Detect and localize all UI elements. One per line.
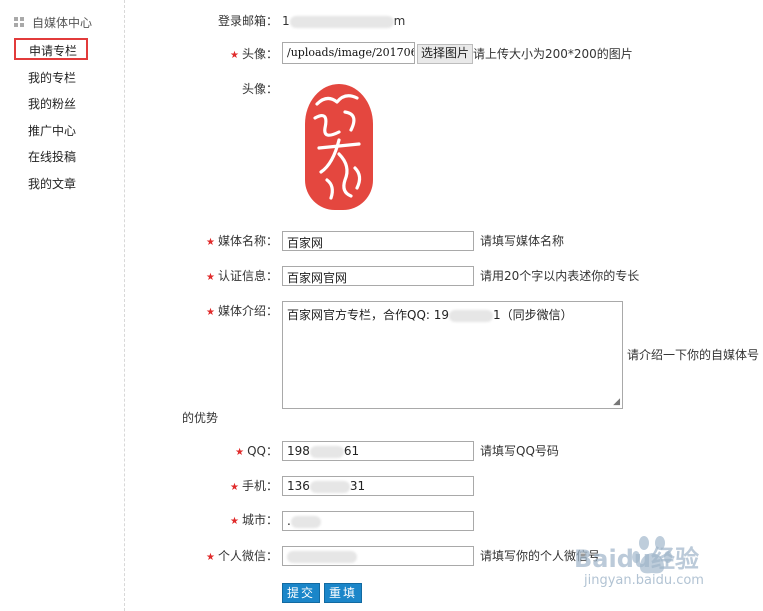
choose-image-button[interactable]: 选择图片: [417, 44, 474, 64]
media-name-hint: 请填写媒体名称: [480, 234, 565, 248]
email-value-end: m: [393, 14, 406, 28]
intro-hint-wrap: 的优势: [182, 411, 219, 425]
reset-button[interactable]: 重填: [324, 583, 363, 603]
redaction-blur: [289, 15, 394, 28]
email-label: 登录邮箱：: [217, 14, 278, 28]
sidebar-item-my-column[interactable]: 我的专栏: [28, 69, 76, 87]
qq-hint: 请填写QQ号码: [480, 444, 559, 458]
qq-value-end: 61: [343, 444, 360, 458]
required-star-icon: ★: [206, 307, 215, 318]
grid-icon: [14, 17, 24, 27]
intro-hint: 请介绍一下你的自媒体号: [627, 348, 760, 362]
avatar-image: [305, 84, 373, 210]
certification-hint: 请用20个字以内表述你的专长: [480, 269, 640, 283]
required-star-icon: ★: [206, 272, 215, 283]
resize-handle-icon[interactable]: ◢: [613, 397, 620, 407]
required-star-icon: ★: [206, 237, 215, 248]
avatar-preview-label: 头像：: [241, 82, 278, 96]
avatar-path-input[interactable]: /uploads/image/201706: [282, 42, 415, 64]
sidebar-item-submit-online[interactable]: 在线投稿: [28, 148, 76, 166]
wechat-input[interactable]: [282, 546, 474, 566]
watermark-brand: Baidu经验: [574, 545, 699, 573]
redaction-blur: [287, 550, 357, 563]
certification-label: ★ 认证信息：: [206, 269, 278, 283]
avatar-upload-hint: 请上传大小为200*200的图片: [473, 47, 633, 61]
sidebar-item-my-articles[interactable]: 我的文章: [28, 175, 76, 193]
city-label: ★ 城市：: [230, 513, 278, 527]
sidebar: 自媒体中心 申请专栏 我的专栏 我的粉丝 推广中心 在线投稿 我的文章: [0, 0, 125, 611]
qq-label: ★ QQ：: [235, 444, 278, 458]
sidebar-item-my-fans[interactable]: 我的粉丝: [28, 95, 76, 113]
submit-button[interactable]: 提交: [282, 583, 321, 603]
required-star-icon: ★: [235, 447, 245, 458]
media-name-label: ★ 媒体名称：: [206, 234, 278, 248]
phone-label: ★ 手机：: [230, 479, 278, 493]
required-star-icon: ★: [230, 516, 239, 527]
redaction-blur: [309, 480, 350, 493]
required-star-icon: ★: [230, 50, 239, 61]
avatar-upload-label: ★ 头像：: [230, 47, 278, 61]
required-star-icon: ★: [206, 552, 215, 563]
wechat-label: ★ 个人微信：: [206, 549, 278, 563]
watermark-url: jingyan.baidu.com: [584, 573, 704, 588]
baidu-jingyan-watermark: Baidu经验 jingyan.baidu.com: [574, 525, 754, 605]
redaction-blur: [309, 445, 344, 458]
certification-input[interactable]: 百家网官网: [282, 266, 474, 286]
media-name-input[interactable]: 百家网: [282, 231, 474, 251]
required-star-icon: ★: [230, 482, 239, 493]
phone-value-start: 136: [287, 479, 310, 493]
intro-label: ★ 媒体介绍：: [206, 304, 278, 318]
email-value-start: 1: [282, 14, 290, 28]
redaction-blur: [449, 309, 494, 322]
city-input[interactable]: .: [282, 511, 474, 531]
phone-value-end: 31: [349, 479, 366, 493]
qq-input[interactable]: 198 61: [282, 441, 474, 461]
intro-value: 百家网官方专栏，合作QQ: 19: [287, 308, 450, 322]
phone-input[interactable]: 136 31: [282, 476, 474, 496]
qq-value-start: 198: [287, 444, 310, 458]
sidebar-item-promotion[interactable]: 推广中心: [28, 122, 76, 140]
intro-textarea[interactable]: 百家网官方专栏，合作QQ: 19 1（同步微信） ◢: [282, 301, 623, 409]
sidebar-item-apply-column[interactable]: 申请专栏: [14, 38, 88, 60]
sidebar-title: 自媒体中心: [32, 15, 93, 30]
redaction-blur: [290, 515, 321, 528]
email-value: 1m: [282, 13, 405, 29]
sidebar-header: 自媒体中心: [14, 14, 92, 30]
intro-value-tail: 1（同步微信）: [493, 308, 573, 322]
